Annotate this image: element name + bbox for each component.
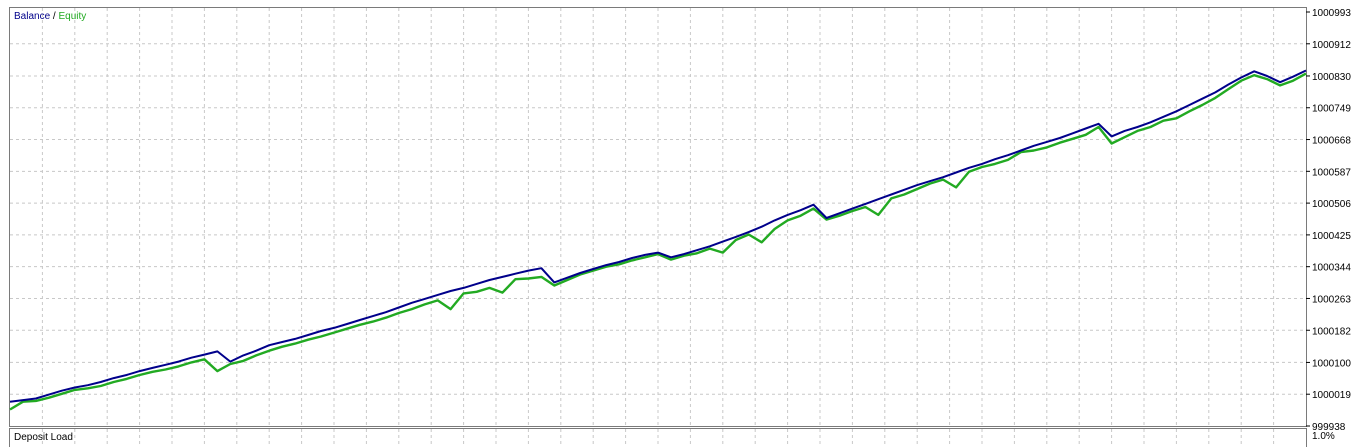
sub-axis: 1.0%	[1312, 431, 1335, 442]
deposit-load-value: 1.0%	[1312, 431, 1335, 442]
